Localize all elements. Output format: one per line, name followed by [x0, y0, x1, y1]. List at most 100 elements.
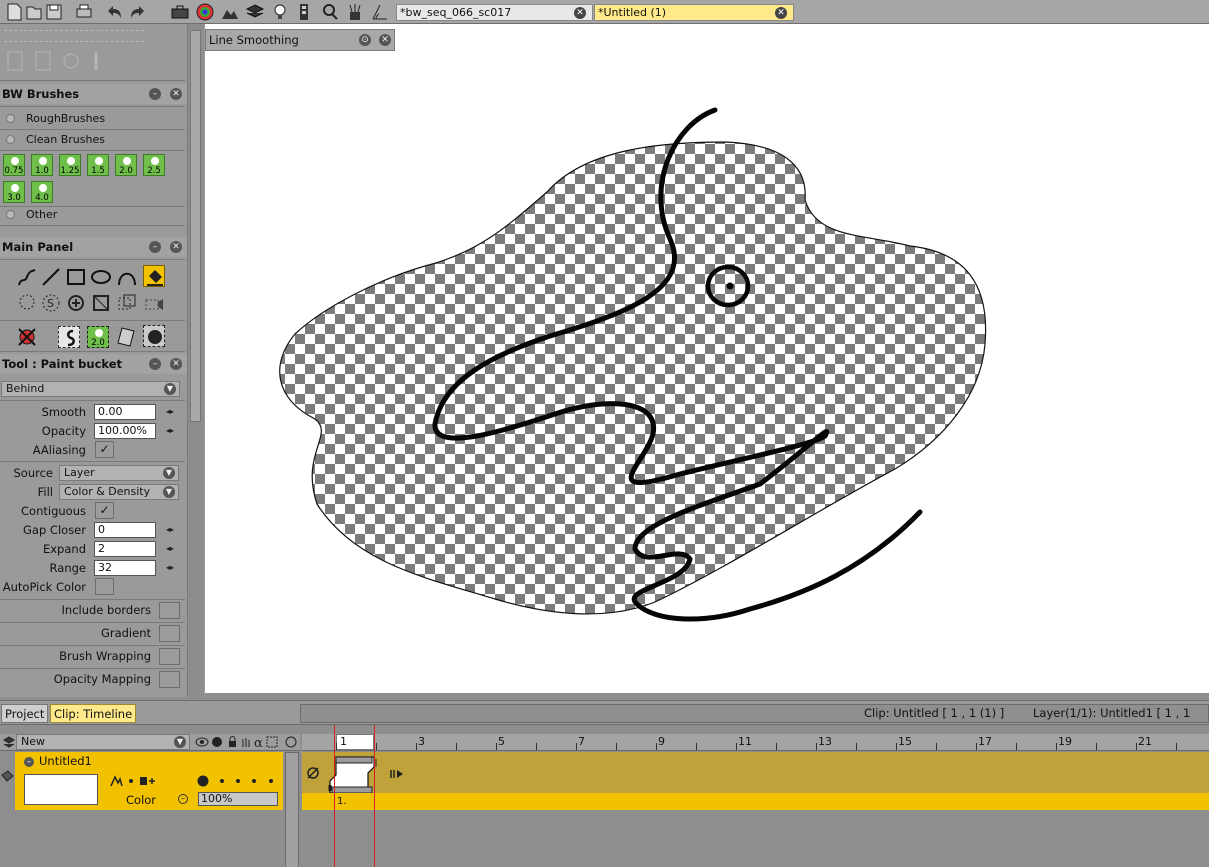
tab-bw-seq[interactable]: *bw_seq_066_sc017 ✕ [396, 4, 593, 21]
line-smoothing-panel[interactable]: Line Smoothing ⊙ ✕ [205, 29, 395, 51]
empty-track-area[interactable] [302, 810, 1209, 867]
print-icon[interactable] [74, 2, 94, 22]
close-icon[interactable]: ✕ [775, 7, 787, 19]
transform-tool[interactable] [90, 292, 112, 314]
arc-tool[interactable] [116, 266, 138, 288]
brush-size-4-0[interactable]: 4.0 [31, 181, 53, 203]
gradient-row[interactable]: Gradient [0, 622, 185, 644]
range-input[interactable]: 32 [94, 560, 156, 576]
close-icon[interactable]: ✕ [170, 241, 182, 253]
timeline-scrollbar[interactable] [285, 752, 299, 867]
spinner-icon[interactable]: ◂▸ [164, 406, 176, 418]
aaliasing-checkbox[interactable]: ✓ [95, 441, 114, 458]
collapse-icon[interactable]: – [149, 241, 161, 253]
spinner-icon[interactable]: ◂▸ [164, 562, 176, 574]
lightbulb-icon[interactable] [270, 2, 290, 22]
tab-project[interactable]: Project [1, 704, 49, 723]
paper-tool[interactable] [116, 326, 138, 348]
brush-size-2-0[interactable]: 2.0 [115, 154, 137, 176]
extend-frame-icon[interactable] [389, 768, 405, 780]
current-brush-size[interactable]: 2.0 [87, 326, 109, 348]
no-sound-icon[interactable] [306, 766, 320, 780]
expand-input[interactable]: 2 [94, 541, 156, 557]
paint-bucket-tool[interactable] [143, 265, 165, 287]
spinner-icon[interactable]: ◂▸ [164, 543, 176, 555]
move-tool[interactable] [116, 292, 138, 314]
freehand-tool[interactable] [16, 266, 38, 288]
source-select[interactable]: Layer ▼ [59, 465, 179, 481]
main-panel-header[interactable]: Main Panel – ✕ [0, 237, 187, 257]
brush-size-2-5[interactable]: 2.5 [143, 154, 165, 176]
include-borders-row[interactable]: Include borders [0, 599, 185, 621]
smooth-input[interactable]: 0.00 [94, 404, 156, 420]
rectangle-tool[interactable] [65, 266, 87, 288]
measure-icon[interactable] [370, 2, 390, 22]
tag-icon[interactable] [0, 769, 15, 791]
save-file-icon[interactable] [44, 2, 64, 22]
eraser-color-tool[interactable] [16, 326, 38, 348]
color-swatch-tool[interactable] [143, 325, 165, 347]
collapse-icon[interactable]: – [149, 358, 161, 370]
option-checkbox[interactable] [159, 671, 180, 688]
bw-brushes-header[interactable]: BW Brushes – ✕ [0, 84, 187, 104]
toolbox-icon[interactable] [170, 2, 190, 22]
collapse-icon[interactable]: – [24, 757, 34, 767]
brush-size-1-25[interactable]: 1.25 [59, 154, 81, 176]
new-file-icon[interactable] [4, 2, 24, 22]
lasso-tool[interactable] [16, 292, 38, 314]
tab-untitled[interactable]: *Untitled (1) ✕ [594, 4, 794, 21]
color-wheel-icon[interactable] [195, 2, 215, 22]
redo-icon[interactable] [128, 2, 148, 22]
option-checkbox[interactable] [159, 602, 180, 619]
settings-icon[interactable]: ⊙ [359, 34, 371, 46]
current-frame-field[interactable]: 1 [336, 734, 374, 750]
zoom-tool[interactable] [65, 292, 87, 314]
close-icon[interactable]: ✕ [574, 7, 586, 19]
layer-opacity-field[interactable]: 100% [198, 792, 278, 806]
smoothing-tool[interactable] [58, 326, 80, 348]
scene-icon[interactable] [220, 2, 240, 22]
option-checkbox[interactable] [159, 625, 180, 642]
gap-closer-input[interactable]: 0 [94, 522, 156, 538]
option-checkbox[interactable] [159, 648, 180, 665]
tab-clip-timeline[interactable]: Clip: Timeline [50, 704, 137, 723]
fill-select[interactable]: Color & Density ▼ [59, 484, 179, 500]
close-icon[interactable]: ✕ [379, 34, 391, 46]
spinner-icon[interactable]: ◂▸ [164, 425, 176, 437]
brush-wrapping-row[interactable]: Brush Wrapping [0, 645, 185, 667]
left-panel-scrollbar[interactable] [187, 24, 204, 697]
magic-select-tool[interactable]: S [40, 292, 62, 314]
line-tool[interactable] [40, 266, 62, 288]
brush-size-1-0[interactable]: 1.0 [31, 154, 53, 176]
close-icon[interactable]: ✕ [170, 88, 182, 100]
layers-icon[interactable] [2, 735, 16, 749]
brush-group-other[interactable]: Other [0, 205, 185, 224]
ellipse-tool[interactable] [90, 266, 112, 288]
brush-group-clean[interactable]: Clean Brushes [0, 130, 185, 149]
contiguous-checkbox[interactable]: ✓ [95, 502, 114, 519]
brush-dot-scale[interactable] [195, 774, 279, 788]
autopick-color-checkbox[interactable] [95, 578, 114, 595]
layer-thumbnail[interactable] [24, 774, 98, 805]
frame-cell[interactable] [324, 755, 380, 795]
collapse-icon[interactable]: – [149, 88, 161, 100]
brush-group-rough[interactable]: RoughBrushes [0, 109, 185, 128]
brush-size-0-75[interactable]: 0.75 [3, 154, 25, 176]
paint-mode-select[interactable]: Behind ▼ [1, 381, 180, 397]
layer-row-untitled1[interactable]: – Untitled1 Color – 100% [15, 752, 283, 810]
camera-tool[interactable] [143, 292, 165, 314]
layer-tool-icons[interactable] [109, 774, 173, 788]
opacity-mapping-row[interactable]: Opacity Mapping [0, 668, 185, 690]
tool-panel-header[interactable]: Tool : Paint bucket – ✕ [0, 354, 187, 374]
drawing-canvas[interactable] [205, 24, 1209, 693]
opacity-input[interactable]: 100.00% [94, 423, 156, 439]
new-layer-select[interactable]: New ▼ [16, 734, 190, 750]
brush-size-1-5[interactable]: 1.5 [87, 154, 109, 176]
open-file-icon[interactable] [24, 2, 44, 22]
brush-size-3-0[interactable]: 3.0 [3, 181, 25, 203]
search-icon[interactable] [320, 2, 340, 22]
playhead-end-line[interactable] [374, 725, 375, 867]
brush-pot-icon[interactable] [345, 2, 365, 22]
film-strip-icon[interactable] [294, 2, 314, 22]
scrollbar-thumb[interactable] [190, 30, 201, 422]
